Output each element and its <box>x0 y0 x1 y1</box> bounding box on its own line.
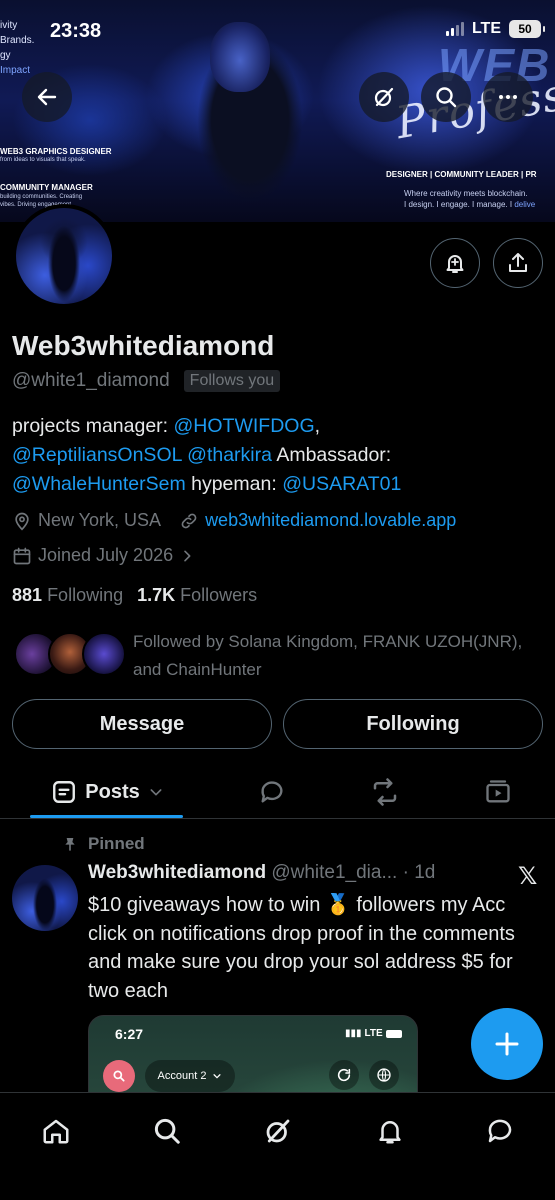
link-icon <box>181 513 197 528</box>
media-icon <box>486 780 510 803</box>
x-logo-icon: 𝕏 <box>518 863 538 890</box>
following-count-link[interactable]: 881 Following <box>12 585 123 606</box>
pin-icon <box>65 838 75 851</box>
reply-icon <box>261 781 283 803</box>
nav-messages[interactable] <box>478 1109 522 1153</box>
location-icon <box>15 512 29 531</box>
followed-by-text[interactable]: Followed by Solana Kingdom, FRANK UZOH(J… <box>133 628 533 684</box>
follow-counts: 881 Following 1.7K Followers <box>12 585 257 606</box>
search-icon <box>436 87 457 108</box>
media-status-time: 6:27 <box>115 1026 144 1042</box>
battery-icon: 50 <box>509 20 545 38</box>
banner-tag-community: COMMUNITY MANAGER <box>0 183 93 192</box>
mention-link[interactable]: @ReptiliansOnSOL <box>12 444 182 466</box>
arrow-left-icon <box>37 88 57 106</box>
nav-search[interactable] <box>145 1109 189 1153</box>
tab-posts[interactable]: Posts <box>30 770 185 814</box>
profile-handle: @white1_diamond <box>12 370 170 391</box>
banner-tag-designer: WEB3 GRAPHICS DESIGNER <box>0 147 112 156</box>
banner-face <box>210 22 270 92</box>
signal-icon <box>445 22 464 36</box>
pinned-label-row: Pinned <box>62 834 145 854</box>
tabs-divider <box>0 818 555 819</box>
mention-link[interactable]: @WhaleHunterSem <box>12 473 186 495</box>
media-search-avatar <box>103 1060 135 1092</box>
banner-tag-designer-sub: from ideas to visuals that speak. <box>0 157 86 163</box>
plus-icon <box>495 1032 519 1056</box>
nav-grok[interactable] <box>256 1109 300 1153</box>
tab-replies[interactable] <box>250 770 294 814</box>
search-button[interactable] <box>421 72 471 122</box>
share-button[interactable] <box>493 238 543 288</box>
post-author-avatar[interactable] <box>12 865 78 931</box>
banner-roles: DESIGNER | COMMUNITY LEADER | PR <box>386 170 537 179</box>
mention-link[interactable]: @HOTWIFDOG <box>174 415 315 437</box>
pinned-label: Pinned <box>88 834 145 853</box>
message-icon <box>488 1119 512 1143</box>
mention-link[interactable]: @tharkira <box>187 444 272 466</box>
post-handle-time: @white1_dia... · 1d <box>271 862 436 883</box>
display-name: Web3whitediamond <box>12 330 275 361</box>
banner-left-text: ivity Brands. gy Impact <box>0 20 35 76</box>
media-refresh-icon <box>329 1060 359 1090</box>
back-button[interactable] <box>22 72 72 122</box>
mention-link[interactable]: @USARAT01 <box>282 473 401 495</box>
status-time: 23:38 <box>50 20 102 42</box>
more-icon <box>499 95 517 99</box>
profile-location: New York, USA <box>38 510 162 530</box>
media-account-selector: Account 2 <box>145 1060 235 1092</box>
repost-icon <box>373 778 397 806</box>
status-indicators: LTE 50 <box>445 20 545 38</box>
nav-home[interactable] <box>34 1109 78 1153</box>
bottom-navigation <box>0 1092 555 1200</box>
post-author-name: Web3whitediamond <box>88 862 267 883</box>
grok-button[interactable] <box>359 72 409 122</box>
handle-row: @white1_diamond Follows you <box>12 370 281 392</box>
profile-bio: projects manager: @HOTWIFDOG, @Reptilian… <box>12 415 402 495</box>
notifications-toggle-button[interactable] <box>430 238 480 288</box>
tab-posts-label: Posts <box>85 780 140 803</box>
search-icon <box>154 1118 180 1144</box>
share-icon <box>509 253 527 272</box>
chevron-down-icon <box>150 789 162 796</box>
network-label: LTE <box>471 20 501 37</box>
tab-reposts[interactable] <box>363 770 407 814</box>
profile-website-link[interactable]: web3whitediamond.lovable.app <box>205 510 456 531</box>
grok-icon <box>374 87 394 107</box>
grok-icon <box>266 1119 290 1143</box>
chevron-right-icon <box>184 550 191 561</box>
followers-count-link[interactable]: 1.7K Followers <box>137 585 257 606</box>
bell-plus-icon <box>446 255 464 273</box>
post-text[interactable]: $10 giveaways how to win 🥇 followers my … <box>88 891 528 1005</box>
media-battery-icon <box>385 1029 402 1038</box>
search-icon <box>113 1070 125 1082</box>
follower-avatar <box>82 632 126 676</box>
joined-date: Joined July 2026 <box>38 545 174 565</box>
banner-tagline: Where creativity meets blockchain. I des… <box>404 189 536 209</box>
more-button[interactable] <box>483 72 533 122</box>
bell-icon <box>379 1121 401 1144</box>
posts-icon <box>53 781 76 803</box>
post-header[interactable]: Web3whitediamond @white1_dia... · 1d <box>88 862 435 884</box>
tab-media[interactable] <box>476 770 520 814</box>
chevron-down-icon <box>213 1074 221 1079</box>
media-globe-icon <box>369 1060 399 1090</box>
message-button[interactable]: Message <box>12 699 272 749</box>
media-signal-icon: ▮▮▮ <box>345 1028 362 1039</box>
home-icon <box>43 1119 69 1144</box>
profile-avatar[interactable] <box>12 204 116 308</box>
joined-row[interactable]: Joined July 2026 <box>12 545 201 566</box>
media-status-indicators: ▮▮▮ LTE <box>345 1028 402 1039</box>
following-button[interactable]: Following <box>283 699 543 749</box>
followed-by-avatars[interactable] <box>14 632 126 678</box>
compose-button[interactable] <box>471 1008 543 1080</box>
calendar-icon <box>13 547 31 564</box>
nav-notifications[interactable] <box>368 1109 412 1153</box>
location-website-row: New York, USA web3whitediamond.lovable.a… <box>12 510 456 531</box>
follows-you-badge: Follows you <box>183 370 281 392</box>
